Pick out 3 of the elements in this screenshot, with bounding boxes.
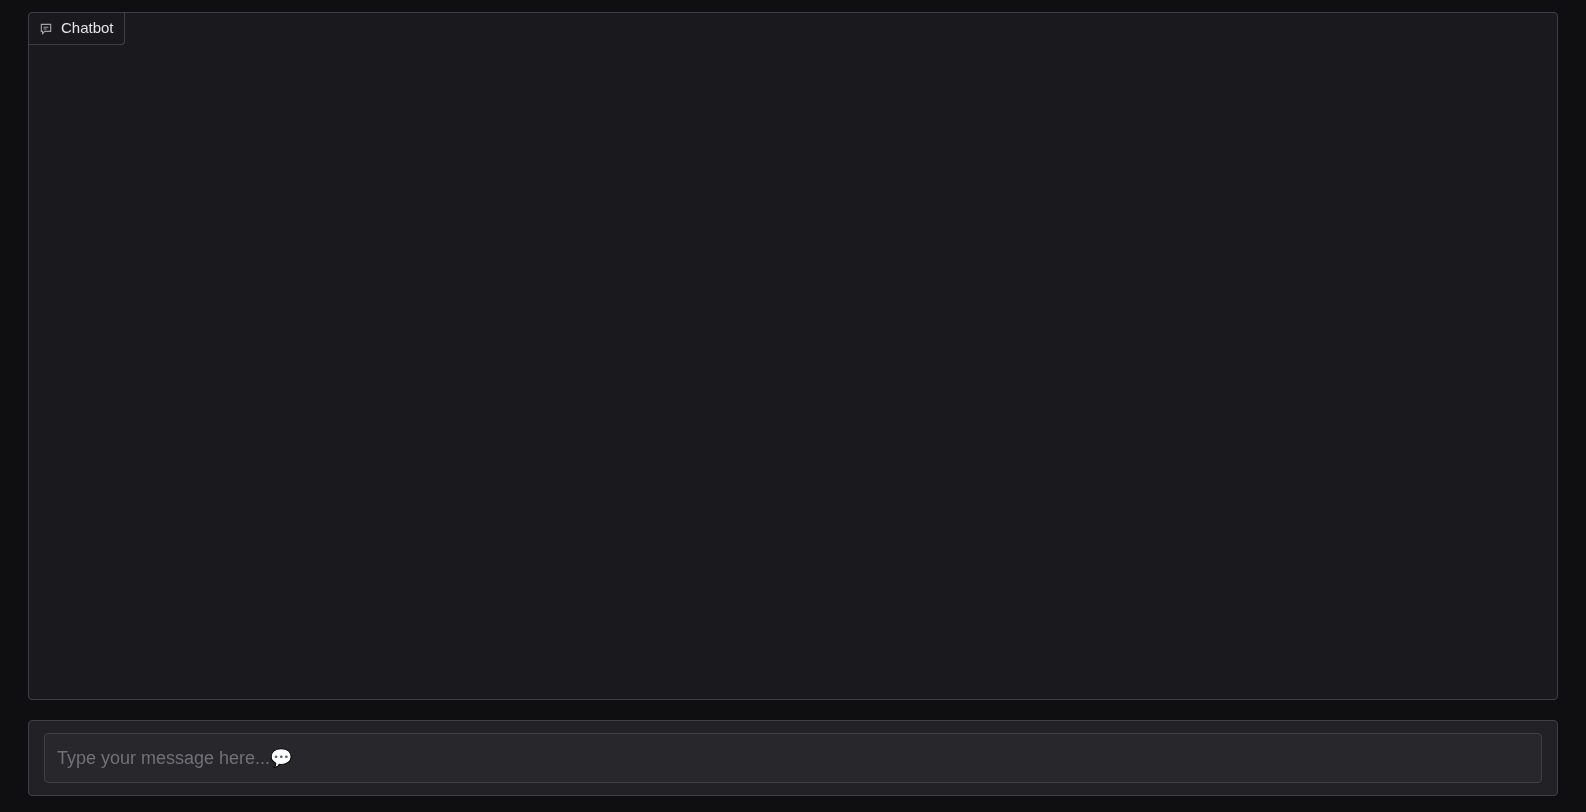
- chat-icon: [39, 21, 53, 36]
- message-input[interactable]: Type your message here...💬: [44, 733, 1542, 783]
- chatbot-title: Chatbot: [61, 18, 114, 39]
